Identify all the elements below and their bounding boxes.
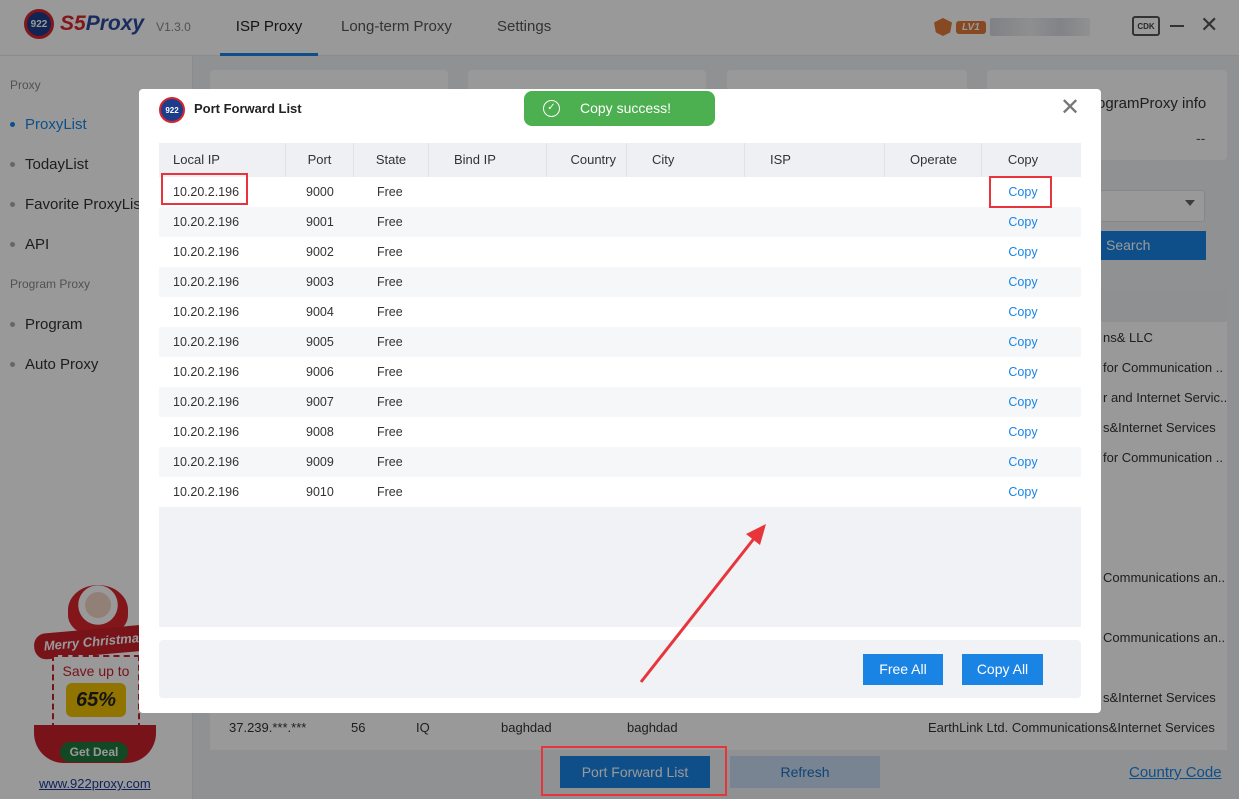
arrow-shaft	[639, 535, 758, 683]
annotation-arrow	[639, 524, 766, 683]
arrow-head-icon	[746, 524, 766, 545]
